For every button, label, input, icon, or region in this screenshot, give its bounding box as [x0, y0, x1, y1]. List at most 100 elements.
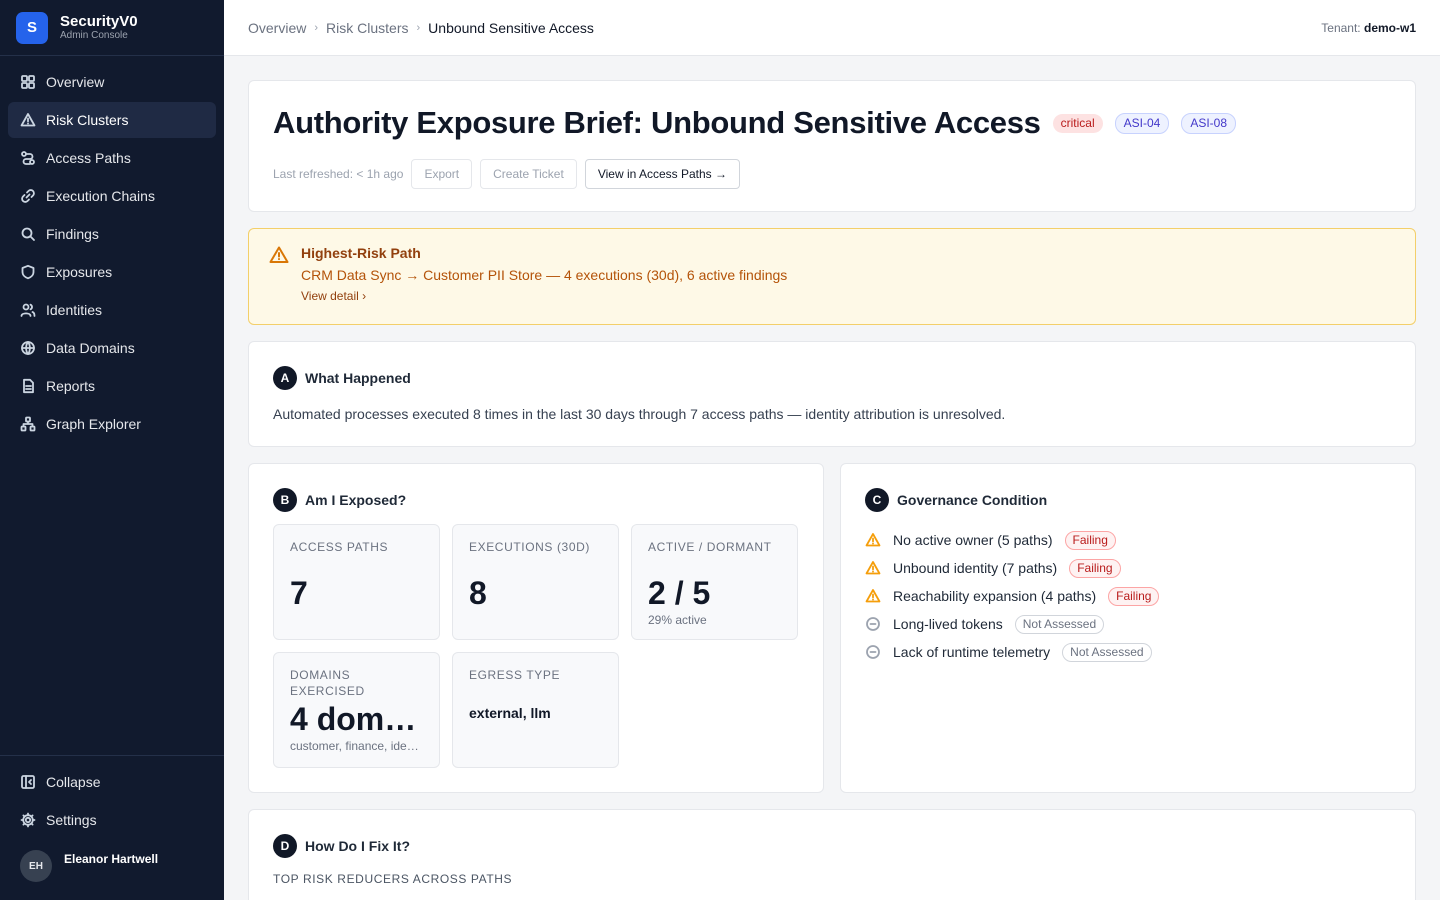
link-icon	[20, 188, 36, 204]
metric-label: Executions (30d)	[469, 540, 590, 554]
breadcrumb-risk-clusters[interactable]: Risk Clusters	[326, 20, 408, 36]
breadcrumb-overview[interactable]: Overview	[248, 20, 306, 36]
collapse-button[interactable]: Collapse	[8, 764, 216, 800]
metric-value: 4 domains	[290, 701, 423, 737]
brand-subtitle: Admin Console	[60, 29, 128, 41]
sidebar-item-label: Risk Clusters	[46, 112, 129, 128]
list-item: Long-lived tokens Not Assessed	[865, 610, 1391, 638]
user-name: Eleanor Hartwell	[64, 852, 159, 866]
governance-label: Reachability expansion (4 paths)	[893, 588, 1097, 604]
metric-label: Access Paths	[290, 540, 389, 554]
section-letter: C	[865, 488, 889, 512]
tag-badge: ASI-08	[1181, 112, 1237, 134]
sidebar-item-label: Access Paths	[46, 150, 131, 166]
sidebar-item-reports[interactable]: Reports	[8, 368, 216, 404]
governance-label: No active owner (5 paths)	[893, 532, 1053, 548]
sidebar-item-graph-explorer[interactable]: Graph Explorer	[8, 406, 216, 442]
section-letter: B	[273, 488, 297, 512]
settings-label: Settings	[46, 812, 97, 828]
view-detail-link[interactable]: View detail ›	[301, 289, 366, 303]
governance-condition-section: C Governance Condition No active owner (…	[840, 463, 1416, 793]
governance-label: Lack of runtime telemetry	[893, 644, 1051, 660]
metric-value: 2 / 5	[648, 575, 711, 611]
alert-title: Highest-Risk Path	[301, 245, 421, 261]
sidebar-item-label: Findings	[46, 226, 99, 242]
what-happened-section: A What Happened Automated processes exec…	[248, 341, 1416, 447]
metric-value: 8	[469, 575, 487, 611]
sidebar-item-access-paths[interactable]: Access Paths	[8, 140, 216, 176]
minus-circle-icon	[865, 644, 881, 660]
page-title: Authority Exposure Brief: Unbound Sensit…	[273, 105, 1041, 140]
main-content: Authority Exposure Brief: Unbound Sensit…	[248, 80, 1416, 900]
brand: S SecurityV0 Admin Console	[0, 0, 224, 56]
sidebar-item-label: Identities	[46, 302, 103, 318]
how-do-i-fix-it-section: D How Do I Fix It? Top Risk Reducers Acr…	[248, 809, 1416, 900]
list-item: Lack of runtime telemetry Not Assessed	[865, 638, 1391, 666]
metric-domains-exercised: Domains Exercised 4 domains customer, fi…	[273, 652, 440, 768]
tenant-label: Tenant:	[1321, 20, 1361, 35]
governance-label: Unbound identity (7 paths)	[893, 560, 1058, 576]
list-item: No active owner (5 paths) Failing	[865, 526, 1391, 554]
sidebar-item-exposures[interactable]: Exposures	[8, 254, 216, 290]
section-letter: A	[273, 366, 297, 390]
breadcrumb-current: Unbound Sensitive Access	[428, 19, 594, 36]
sidebar-item-identities[interactable]: Identities	[8, 292, 216, 328]
section-title: How Do I Fix It?	[305, 838, 410, 854]
sidebar-item-execution-chains[interactable]: Execution Chains	[8, 178, 216, 214]
severity-badge: critical	[1052, 113, 1103, 133]
tag-badge: ASI-04	[1114, 112, 1170, 134]
status-badge: Failing	[1069, 558, 1121, 578]
sidebar-nav: Overview Risk Clusters Access Paths Exec…	[0, 56, 224, 452]
list-item: Reachability expansion (4 paths) Failing	[865, 582, 1391, 610]
search-icon	[20, 226, 36, 242]
sidebar-item-data-domains[interactable]: Data Domains	[8, 330, 216, 366]
gear-icon	[20, 812, 36, 828]
section-letter: D	[273, 834, 297, 858]
warning-triangle-icon	[20, 112, 36, 128]
metric-egress-type: Egress Type external, llm	[452, 652, 619, 768]
metric-label: Egress Type	[469, 668, 561, 682]
sidebar-item-overview[interactable]: Overview	[8, 64, 216, 100]
sidebar: S SecurityV0 Admin Console Overview Risk…	[0, 0, 224, 900]
status-badge: Failing	[1064, 530, 1116, 550]
status-badge: Not Assessed	[1062, 642, 1152, 662]
breadcrumb: Overview › Risk Clusters › Unbound Sensi…	[248, 20, 594, 36]
route-icon	[20, 150, 36, 166]
sidebar-item-label: Overview	[46, 74, 105, 90]
settings-button[interactable]: Settings	[8, 802, 216, 838]
sidebar-item-findings[interactable]: Findings	[8, 216, 216, 252]
warning-triangle-icon	[865, 560, 881, 576]
list-item: Unbound identity (7 paths) Failing	[865, 554, 1391, 582]
users-icon	[20, 302, 36, 318]
sidebar-item-label: Reports	[46, 378, 96, 394]
tenant-indicator: Tenant: demo-w1	[1321, 21, 1416, 35]
warning-triangle-icon	[865, 588, 881, 604]
governance-list: No active owner (5 paths) Failing Unboun…	[865, 526, 1391, 666]
metric-label: Domains Exercised	[290, 668, 365, 698]
view-in-access-paths-button[interactable]: View in Access Paths →	[584, 159, 740, 189]
export-button[interactable]: Export	[411, 159, 473, 189]
chevron-right-icon: ›	[416, 21, 421, 34]
highest-risk-alert: Highest-Risk Path CRM Data Sync → Custom…	[248, 228, 1416, 325]
sidebar-item-label: Data Domains	[46, 340, 135, 356]
sidebar-footer: Collapse Settings EH Eleanor Hartwell	[0, 755, 224, 900]
section-title: Am I Exposed?	[305, 492, 407, 508]
user-menu[interactable]: EH Eleanor Hartwell	[8, 840, 216, 892]
collapse-icon	[20, 774, 36, 790]
warning-triangle-icon	[865, 532, 881, 548]
document-icon	[20, 378, 36, 394]
section-title: Governance Condition	[897, 492, 1048, 508]
chevron-right-icon: ›	[362, 289, 367, 303]
shield-icon	[20, 264, 36, 280]
metric-active-dormant: Active / Dormant 2 / 5 29% active	[631, 524, 798, 640]
sidebar-item-label: Execution Chains	[46, 188, 155, 204]
metric-sub: customer, finance, identity, hr	[290, 739, 423, 753]
network-icon	[20, 416, 36, 432]
sidebar-item-label: Exposures	[46, 264, 113, 280]
sidebar-item-risk-clusters[interactable]: Risk Clusters	[8, 102, 216, 138]
status-badge: Not Assessed	[1014, 614, 1105, 634]
minus-circle-icon	[865, 616, 881, 632]
grid-icon	[20, 74, 36, 90]
what-happened-text: Automated processes executed 8 times in …	[273, 406, 1006, 422]
create-ticket-button[interactable]: Create Ticket	[480, 159, 577, 189]
